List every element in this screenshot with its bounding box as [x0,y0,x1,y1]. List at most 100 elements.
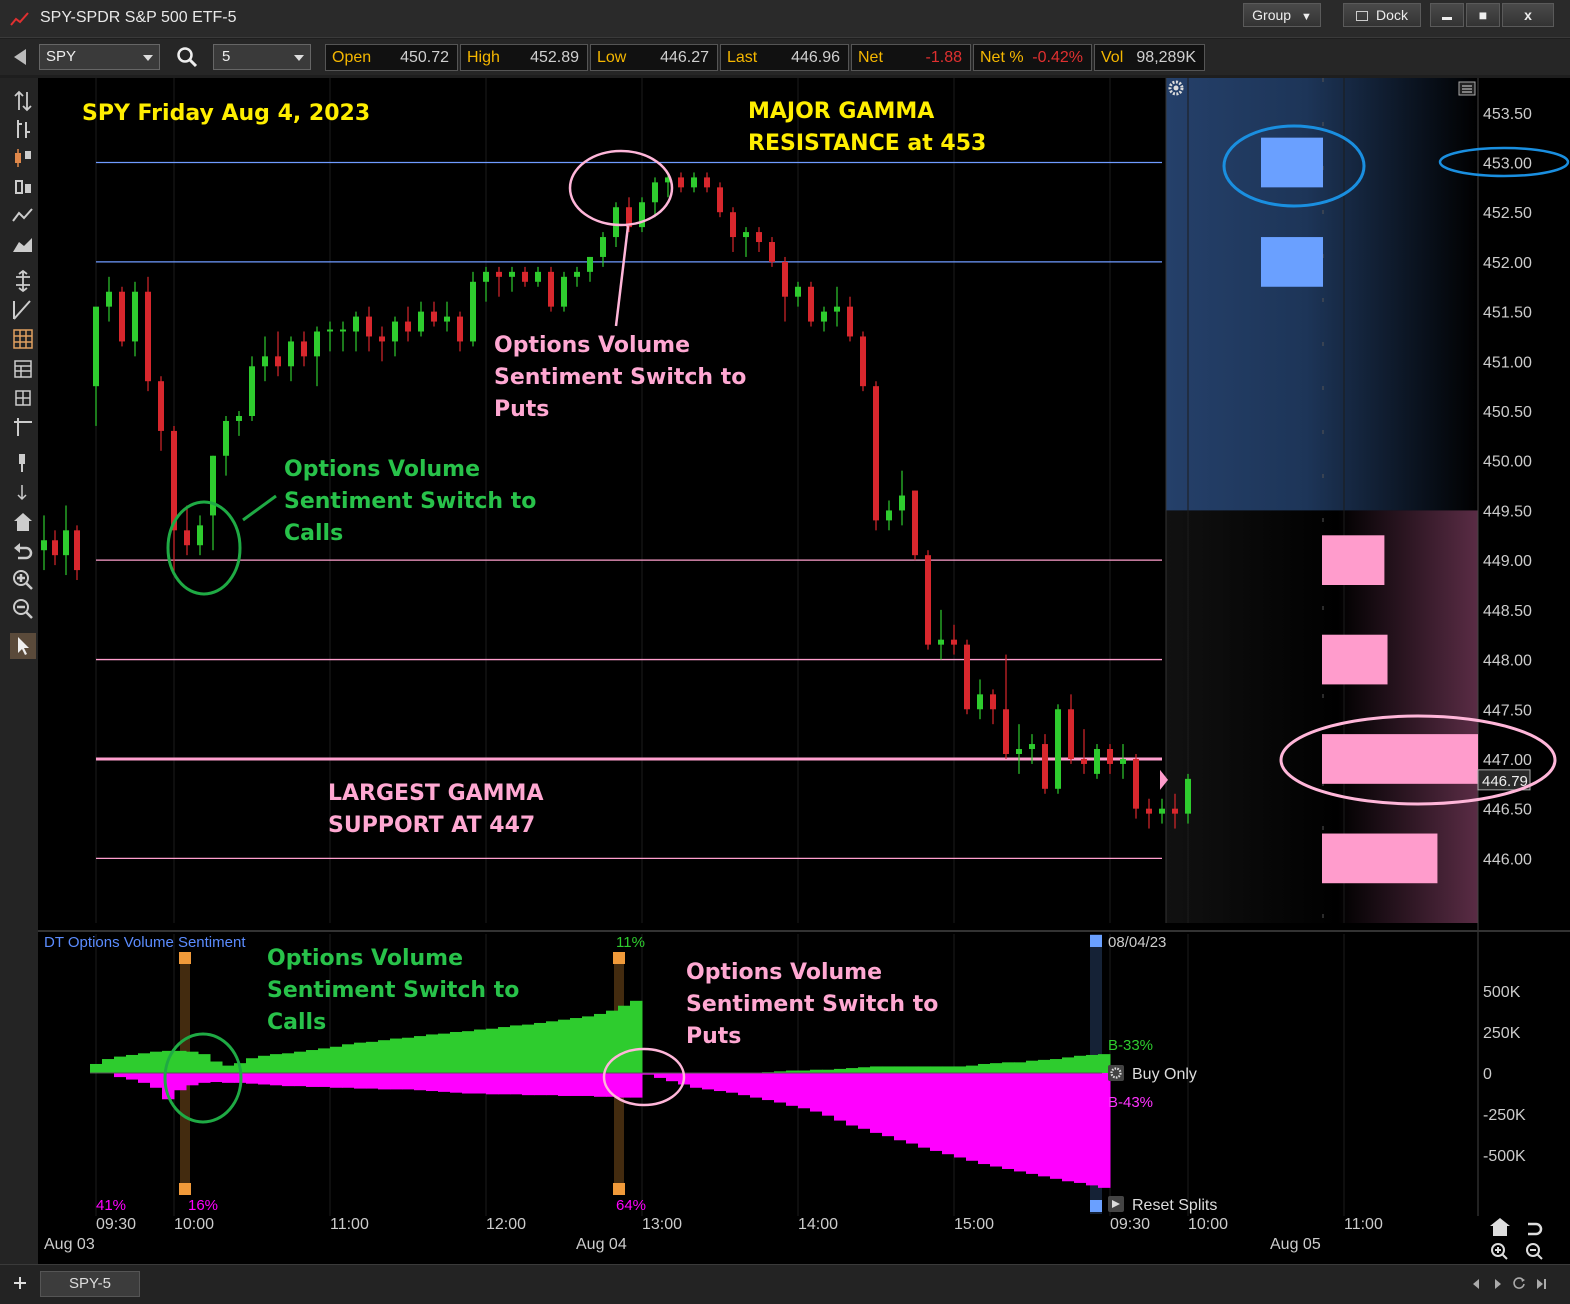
put-sentiment-bar [354,1073,367,1089]
tab-spy-5[interactable]: SPY-5 [40,1271,140,1297]
interval-select[interactable]: 5 [213,44,311,70]
scroll-end-icon[interactable] [1534,1277,1548,1291]
put-sentiment-bar [402,1073,415,1090]
candle [483,271,489,282]
call-sentiment-bar [114,1056,127,1073]
put-sentiment-bar [246,1073,259,1084]
call-sentiment-bar [966,1065,979,1073]
chevron-down-icon[interactable] [139,48,157,66]
candle [951,639,957,645]
tab-add-icon[interactable] [12,1275,28,1291]
reset-splits-label: Reset Splits [1132,1197,1217,1214]
price-tick-label: 447.50 [1483,702,1532,719]
minimize-button[interactable]: ▬ [1430,3,1464,27]
candle [327,329,333,332]
candle [717,187,723,213]
put-sentiment-bar [318,1073,331,1087]
split-handle-top [613,952,625,964]
candle-prev [74,530,80,571]
call-sentiment-bar [462,1031,475,1073]
buy-only-toggle[interactable]: Buy Only [1108,1065,1197,1083]
current-split-top [1090,935,1102,947]
candle [821,311,827,322]
call-sentiment-bar [414,1036,427,1073]
maximize-button[interactable]: ■ [1466,3,1500,27]
candle [1094,749,1100,774]
candle [561,276,567,307]
put-sentiment-bar [918,1073,931,1148]
chevron-down-icon[interactable] [290,48,308,66]
pointer-icon[interactable] [10,633,36,659]
pan-down-icon[interactable] [10,479,36,505]
price-tick-label: 451.00 [1483,354,1532,371]
put-sentiment-bar [342,1073,355,1088]
zoom-out-icon[interactable] [10,596,36,622]
call-sentiment-bar [618,1005,631,1073]
call-sentiment-bar [294,1051,307,1073]
put-sentiment-bar [198,1073,211,1083]
home-icon[interactable] [10,509,36,535]
puts-switch-annotation: Sentiment Switch to [494,365,746,390]
undo-icon[interactable] [10,538,36,564]
chart-canvas[interactable]: 453.50 453.00 452.50 452.00 451.50 451.00 450.… [38,78,1570,1264]
collapse-left-icon[interactable] [14,49,26,65]
grid-icon[interactable] [10,326,36,352]
area-style-icon[interactable] [10,232,36,258]
call-sentiment-bar [930,1066,943,1073]
call-sentiment-bar [366,1041,379,1073]
quote-low: Low 446.27 [590,44,718,71]
candle [418,311,424,332]
dock-button[interactable]: Dock [1343,3,1421,27]
candle [132,291,138,342]
scroll-left-icon[interactable] [1470,1277,1482,1291]
candle [873,386,879,521]
candle [769,242,775,262]
put-sentiment-bar [582,1073,595,1096]
candle [704,177,710,188]
put-sentiment-bar [462,1073,475,1094]
buy-percent-label: B-33% [1108,1037,1153,1054]
drawing-toolbar [0,78,38,1264]
put-sentiment-bar [774,1073,787,1103]
line-style-icon[interactable] [10,203,36,229]
candle [1185,778,1191,814]
cursor-crosshair-icon[interactable] [10,88,36,114]
group-button[interactable]: Group ▼ [1243,3,1321,27]
call-sentiment-bar [918,1066,931,1073]
window-title: SPY-SPDR S&P 500 ETF-5 [40,9,237,26]
crosshair-icon[interactable] [10,414,36,440]
refresh-icon[interactable] [1512,1276,1526,1290]
sentiment-tick-label: 0 [1483,1066,1492,1083]
table-icon[interactable] [10,356,36,382]
candle [743,232,749,238]
candle [184,530,190,546]
candle-style-icon[interactable] [10,145,36,171]
scroll-right-icon[interactable] [1492,1277,1504,1291]
close-button[interactable]: x [1502,3,1554,27]
split-percent-label: 11% [616,934,645,951]
candle [1159,808,1165,814]
bar-style-icon[interactable] [10,116,36,142]
zoom-in-icon[interactable] [10,567,36,593]
call-sentiment-bar [858,1067,871,1073]
call-sentiment-bar [1038,1059,1051,1073]
price-tick-label: 447.00 [1483,752,1532,769]
symbol-select[interactable]: SPY [39,44,160,70]
hollow-candle-icon[interactable] [10,174,36,200]
quote-value: -1.88 [925,49,962,66]
quote-high: High 452.89 [460,44,588,71]
call-sentiment-bar [102,1059,115,1073]
pan-up-icon[interactable] [10,450,36,476]
quote-label: Last [727,49,758,66]
puts-switch-annotation-lower: Options Volume [686,960,882,985]
largest-gamma-annotation: SUPPORT AT 447 [328,813,535,838]
data-window-icon[interactable] [10,385,36,411]
scale-icon[interactable] [10,268,36,294]
call-sentiment-bar [222,1065,235,1073]
search-icon[interactable] [176,46,198,68]
put-sentiment-bar [282,1073,295,1087]
call-sentiment-bar [1062,1057,1075,1073]
largest-gamma-annotation: LARGEST GAMMA [328,781,543,806]
put-sentiment-bar [858,1073,871,1129]
trendline-icon[interactable] [10,297,36,323]
